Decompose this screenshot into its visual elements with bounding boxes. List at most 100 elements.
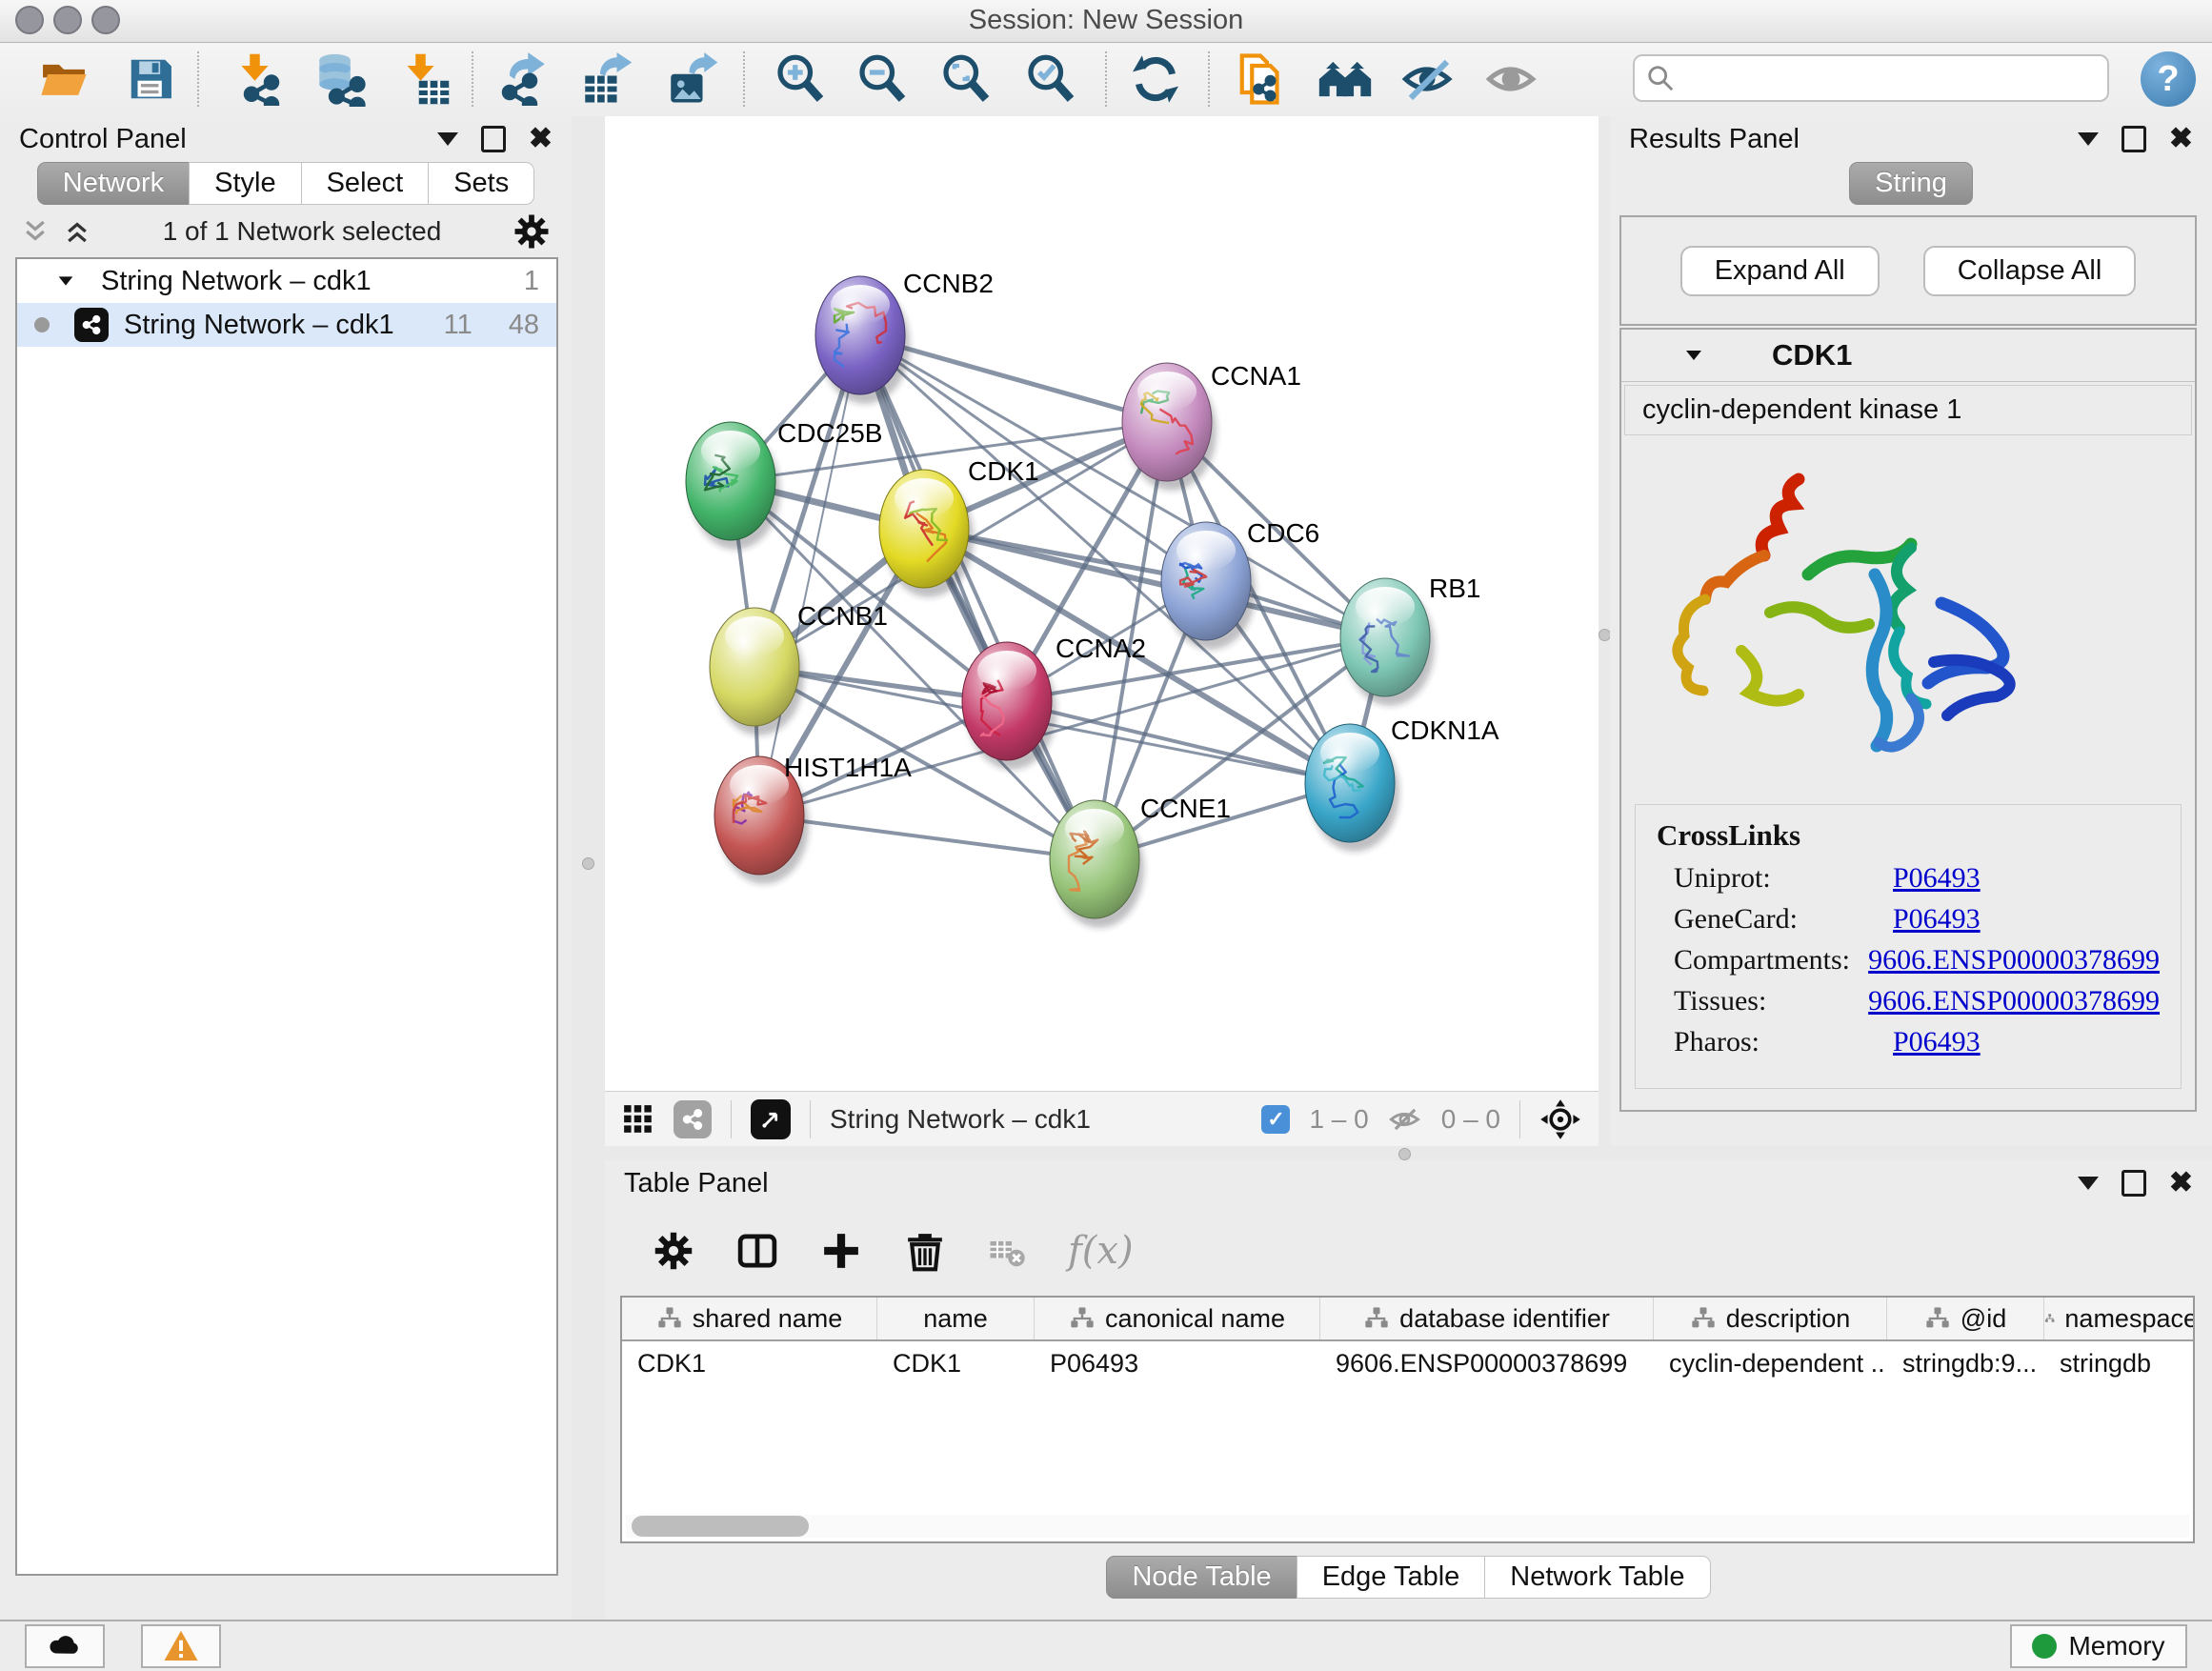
- cloud-icon: [46, 1627, 84, 1665]
- tab-string[interactable]: String: [1849, 162, 1973, 205]
- scrollbar-thumb[interactable]: [632, 1516, 809, 1537]
- save-session-icon[interactable]: [120, 49, 181, 110]
- crosslink-link[interactable]: P06493: [1893, 903, 1981, 936]
- zoom-fit-icon[interactable]: [935, 49, 996, 110]
- close-panel-icon[interactable]: ✖: [2169, 1169, 2193, 1198]
- zoom-selected-icon[interactable]: [1020, 49, 1081, 110]
- column-header-sharedname[interactable]: shared name: [622, 1298, 877, 1339]
- tab-node-table[interactable]: Node Table: [1106, 1556, 1297, 1599]
- collection-label: String Network – cdk1: [101, 266, 372, 297]
- control-panel: Control Panel ✖ NetworkStyleSelectSets 1…: [0, 116, 572, 1620]
- table-options-gear-icon[interactable]: [653, 1230, 694, 1272]
- warnings-button[interactable]: [141, 1624, 221, 1668]
- collapse-panel-icon[interactable]: [437, 132, 458, 146]
- search-box[interactable]: [1633, 54, 2109, 102]
- network-row[interactable]: String Network – cdk1 11 48: [17, 303, 556, 347]
- show-columns-icon[interactable]: [736, 1230, 778, 1272]
- add-column-icon[interactable]: [820, 1230, 862, 1272]
- fit-content-crosshair-icon[interactable]: [1539, 1098, 1581, 1140]
- collapse-panel-icon[interactable]: [2078, 132, 2099, 146]
- network-svg[interactable]: CCNB2CCNA1CDC25BCDK1CDC6RB1CCNB1CCNA2CDK…: [605, 116, 1599, 1091]
- network-canvas[interactable]: CCNB2CCNA1CDC25BCDK1CDC6RB1CCNB1CCNA2CDK…: [605, 116, 1599, 1091]
- export-network-icon[interactable]: [493, 49, 553, 110]
- crosslink-label: Uniprot:: [1674, 862, 1893, 895]
- table-panel: Table Panel ✖ f(x) shared namenamecanoni…: [605, 1160, 2212, 1620]
- column-header-namespace[interactable]: namespace: [2044, 1298, 2195, 1339]
- clone-network-icon[interactable]: [1230, 49, 1291, 110]
- tab-select[interactable]: Select: [301, 162, 430, 205]
- import-network-icon[interactable]: [228, 49, 289, 110]
- collection-expand-icon[interactable]: [55, 271, 76, 292]
- section-collapse-icon[interactable]: [1682, 344, 1705, 367]
- search-input[interactable]: [1684, 63, 2096, 94]
- help-icon[interactable]: ?: [2141, 51, 2196, 107]
- network-collection-row[interactable]: String Network – cdk1 1: [17, 259, 556, 303]
- left-splitter[interactable]: [572, 116, 605, 1620]
- selected-nodes-checkbox[interactable]: ✓: [1261, 1105, 1290, 1134]
- search-icon: [1646, 64, 1675, 92]
- show-all-icon[interactable]: [1481, 49, 1542, 110]
- delete-column-icon[interactable]: [904, 1230, 946, 1272]
- float-panel-icon[interactable]: [481, 126, 506, 152]
- collapse-panel-icon[interactable]: [2078, 1177, 2099, 1190]
- svg-text:CDK1: CDK1: [968, 456, 1039, 486]
- open-in-new-icon[interactable]: [751, 1099, 791, 1139]
- memory-button[interactable]: Memory: [2010, 1624, 2187, 1668]
- birds-eye-view-icon[interactable]: [622, 1103, 654, 1136]
- crosslink-link[interactable]: 9606.ENSP00000378699: [1868, 944, 2160, 976]
- svg-text:CCNA2: CCNA2: [1056, 634, 1146, 663]
- open-session-icon[interactable]: [33, 49, 94, 110]
- zoom-out-icon[interactable]: [852, 49, 913, 110]
- column-header-canonicalname[interactable]: canonical name: [1035, 1298, 1320, 1339]
- expand-all-networks-icon[interactable]: [21, 217, 50, 246]
- collapse-all-button[interactable]: Collapse All: [1923, 246, 2137, 296]
- table-panel-title: Table Panel: [624, 1168, 769, 1199]
- import-table-icon[interactable]: [393, 49, 454, 110]
- crosslink-label: Tissues:: [1674, 985, 1868, 1017]
- right-splitter[interactable]: [1599, 116, 1610, 1146]
- column-header-databaseidentifier[interactable]: database identifier: [1320, 1298, 1654, 1339]
- hide-selected-icon[interactable]: [1398, 49, 1458, 110]
- gene-name: CDK1: [1772, 338, 1852, 372]
- crosslink-link[interactable]: P06493: [1893, 1026, 1981, 1058]
- float-panel-icon[interactable]: [2122, 1170, 2146, 1197]
- node-table[interactable]: shared namenamecanonical namedatabase id…: [620, 1296, 2195, 1543]
- svg-text:HIST1H1A: HIST1H1A: [784, 753, 912, 782]
- first-neighbors-icon[interactable]: [1315, 49, 1376, 110]
- window-title: Session: New Session: [0, 0, 2212, 42]
- cloud-status-button[interactable]: [25, 1624, 105, 1668]
- expand-all-button[interactable]: Expand All: [1680, 246, 1880, 296]
- status-bar: Memory: [0, 1620, 2212, 1671]
- crosslink-link[interactable]: P06493: [1893, 862, 1981, 895]
- tab-network-table[interactable]: Network Table: [1484, 1556, 1710, 1599]
- table-header-row: shared namenamecanonical namedatabase id…: [622, 1298, 2193, 1341]
- hidden-eye-icon[interactable]: [1388, 1102, 1422, 1137]
- export-image-icon[interactable]: [662, 49, 723, 110]
- table-row[interactable]: CDK1CDK1P064939606.ENSP00000378699cyclin…: [622, 1341, 2193, 1385]
- export-table-icon[interactable]: [576, 49, 637, 110]
- node-count: 11: [444, 310, 473, 341]
- import-network-database-icon[interactable]: [310, 49, 371, 110]
- table-horizontal-scrollbar[interactable]: [626, 1515, 2189, 1538]
- results-panel: Results Panel ✖ String Expand All Collap…: [1610, 116, 2212, 1146]
- delete-table-icon-disabled: [988, 1232, 1026, 1270]
- column-header-description[interactable]: description: [1654, 1298, 1887, 1339]
- hidden-count-badge: 0 – 0: [1441, 1104, 1500, 1135]
- string-badge-icon[interactable]: [674, 1100, 712, 1138]
- float-panel-icon[interactable]: [2122, 126, 2146, 152]
- crosslink-link[interactable]: 9606.ENSP00000378699: [1868, 985, 2160, 1017]
- refresh-icon[interactable]: [1125, 49, 1186, 110]
- close-panel-icon[interactable]: ✖: [2169, 125, 2193, 153]
- network-options-gear-icon[interactable]: [513, 212, 551, 251]
- collapse-all-networks-icon[interactable]: [63, 217, 91, 246]
- bottom-splitter[interactable]: [605, 1146, 2212, 1160]
- zoom-in-icon[interactable]: [770, 49, 831, 110]
- tab-sets[interactable]: Sets: [428, 162, 534, 205]
- tab-style[interactable]: Style: [189, 162, 301, 205]
- column-header-id[interactable]: @id: [1887, 1298, 2044, 1339]
- column-header-name[interactable]: name: [877, 1298, 1035, 1339]
- tab-edge-table[interactable]: Edge Table: [1297, 1556, 1486, 1599]
- svg-text:CCNB1: CCNB1: [797, 601, 888, 631]
- tab-network[interactable]: Network: [37, 162, 190, 205]
- close-panel-icon[interactable]: ✖: [529, 125, 553, 153]
